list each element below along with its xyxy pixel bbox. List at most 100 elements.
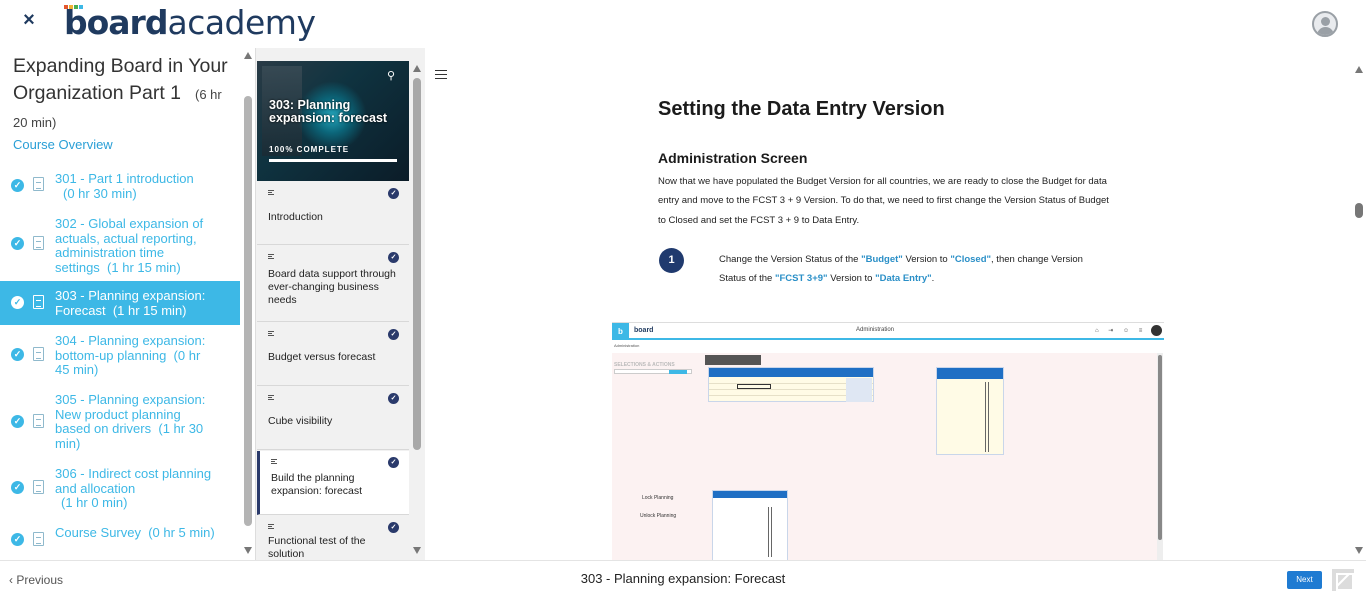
content-scrollbar[interactable] [1352,48,1366,560]
board-logo-icon: b [612,323,629,340]
embedded-admin-screenshot: b board Administration ⌂ ⇥ ☺ ≡ Administr… [612,322,1164,560]
course-overview-link[interactable]: Course Overview [13,137,113,152]
screenshot-lock-table [712,490,788,560]
step-instruction: Change the Version Status of the "Budget… [719,254,1083,284]
chapter-item-cube-visibility[interactable]: ✓ Cube visibility [257,387,409,450]
course-sidebar: Expanding Board in Your Organization Par… [0,48,255,560]
next-button[interactable]: Next [1287,571,1322,589]
lesson-header-card: ⚲ 303: Planning expansion: forecast 100%… [257,61,409,181]
avatar-head [1321,17,1330,26]
lesson-label: 302 - Global expansion of actuals, actua… [55,216,204,275]
chapter-label: Functional test of the solution [268,535,366,560]
sidebar-scrollbar[interactable] [242,48,254,560]
content-title: Setting the Data Entry Version [658,98,945,120]
chapter-scrollbar[interactable] [410,48,424,560]
check-icon: ✓ [11,415,24,428]
check-icon: ✓ [11,533,24,546]
screenshot-lock-header [713,491,787,498]
footer-bar: ‹ Previous 303 - Planning expansion: For… [0,560,1366,599]
check-icon: ✓ [11,296,24,309]
chapter-label: Cube visibility [268,415,333,427]
lesson-label: 303 - Planning expansion: Forecast (1 hr… [55,288,206,318]
screenshot-lock-checkboxes [768,507,772,557]
check-icon: ✓ [11,481,24,494]
chapter-item-budget-vs-forecast[interactable]: ✓ Budget versus forecast [257,323,409,386]
text-lines-icon [268,190,274,195]
check-icon: ✓ [388,252,399,263]
lesson-header-title: 303: Planning expansion: forecast [269,98,388,125]
lesson-label: Course Survey (0 hr 5 min) [55,525,215,540]
screenshot-canvas: SELECTIONS & ACTIONS Lock Planning Unloc… [612,353,1157,560]
document-icon [33,480,44,494]
document-icon [33,532,44,546]
document-icon [33,236,44,250]
user-avatar-icon[interactable] [1312,11,1338,37]
lesson-item-304[interactable]: ✓ 304 - Planning expansion: bottom-up pl… [0,333,240,380]
menu-icon[interactable] [435,70,447,79]
section-heading: Administration Screen [658,150,808,166]
text-lines-icon [268,331,274,336]
check-icon: ✓ [11,237,24,250]
lesson-item-306[interactable]: ✓ 306 - Indirect cost planning and alloc… [0,466,240,513]
chapter-item-build-planning[interactable]: ✓ Build the planning expansion: forecast [257,451,409,515]
lesson-label: 305 - Planning expansion: New product pl… [55,392,206,451]
screenshot-header: b board Administration ⌂ ⇥ ☺ ≡ [612,323,1164,340]
screenshot-edit-column [846,378,872,402]
lesson-item-305[interactable]: ✓ 305 - Planning expansion: New product … [0,392,240,453]
scroll-up-arrow-icon[interactable] [413,65,421,72]
chapter-item-functional-test[interactable]: ✓ Functional test of the solution [257,516,409,560]
check-icon: ✓ [388,522,399,533]
screenshot-year-toggle [669,370,687,374]
chapter-item-data-support[interactable]: ✓ Board data support through ever-changi… [257,246,409,322]
check-icon: ✓ [11,348,24,361]
scroll-up-arrow-icon[interactable] [1355,66,1363,73]
chapter-label: Build the planning expansion: forecast [271,472,363,497]
text-lines-icon [271,459,277,464]
document-icon [33,347,44,361]
scroll-thumb[interactable] [1355,203,1363,218]
screenshot-lock-label: Lock Planning [642,495,674,501]
screenshot-data-entry-cell [737,384,771,389]
lesson-item-survey[interactable]: ✓ Course Survey (0 hr 5 min) [0,525,240,558]
fullscreen-icon[interactable] [1332,569,1354,591]
course-title: Expanding Board in Your Organization Par… [13,53,238,136]
top-bar: × board academy [0,0,1366,48]
screenshot-toolbar-icons: ⌂ ⇥ ☺ ≡ [1095,328,1147,334]
check-icon: ✓ [388,393,399,404]
board-academy-logo[interactable]: board academy [64,2,316,42]
text-lines-icon [268,395,274,400]
progress-label: 100% COMPLETE [269,145,350,154]
scroll-up-arrow-icon[interactable] [244,52,252,59]
document-icon [33,295,44,309]
scroll-thumb[interactable] [244,96,252,526]
document-icon [33,414,44,428]
progress-bar [269,159,397,162]
chapter-label: Board data support through ever-changing… [268,268,396,306]
lesson-item-301[interactable]: ✓ 301 - Part 1 introduction (0 hr 30 min) [0,171,240,204]
search-icon[interactable]: ⚲ [387,69,395,82]
screenshot-breadcrumb: Administration [614,343,640,348]
lesson-item-303[interactable]: ✓ 303 - Planning expansion: Forecast (1 … [0,281,240,325]
check-icon: ✓ [11,179,24,192]
screenshot-months-header [937,368,1003,379]
avatar-body [1317,27,1334,35]
screenshot-scrollbar [1157,353,1163,560]
lesson-label: 301 - Part 1 introduction (0 hr 30 min) [55,171,194,201]
chapter-item-introduction[interactable]: ✓ Introduction [257,182,409,245]
logo-dots [64,5,83,9]
scroll-down-arrow-icon[interactable] [413,547,421,554]
close-icon[interactable]: × [20,10,38,30]
text-lines-icon [268,254,274,259]
lesson-content: Setting the Data Entry Version Administr… [425,48,1366,560]
check-icon: ✓ [388,329,399,340]
scroll-down-arrow-icon[interactable] [1355,547,1363,554]
check-icon: ✓ [388,188,399,199]
chapter-label: Budget versus forecast [268,351,376,363]
text-lines-icon [268,524,274,529]
screenshot-months-table [936,367,1004,455]
scroll-down-arrow-icon[interactable] [244,547,252,554]
check-icon: ✓ [388,457,399,468]
screenshot-app-name: board [634,327,654,334]
scroll-thumb[interactable] [413,78,421,450]
lesson-item-302[interactable]: ✓ 302 - Global expansion of actuals, act… [0,216,240,276]
